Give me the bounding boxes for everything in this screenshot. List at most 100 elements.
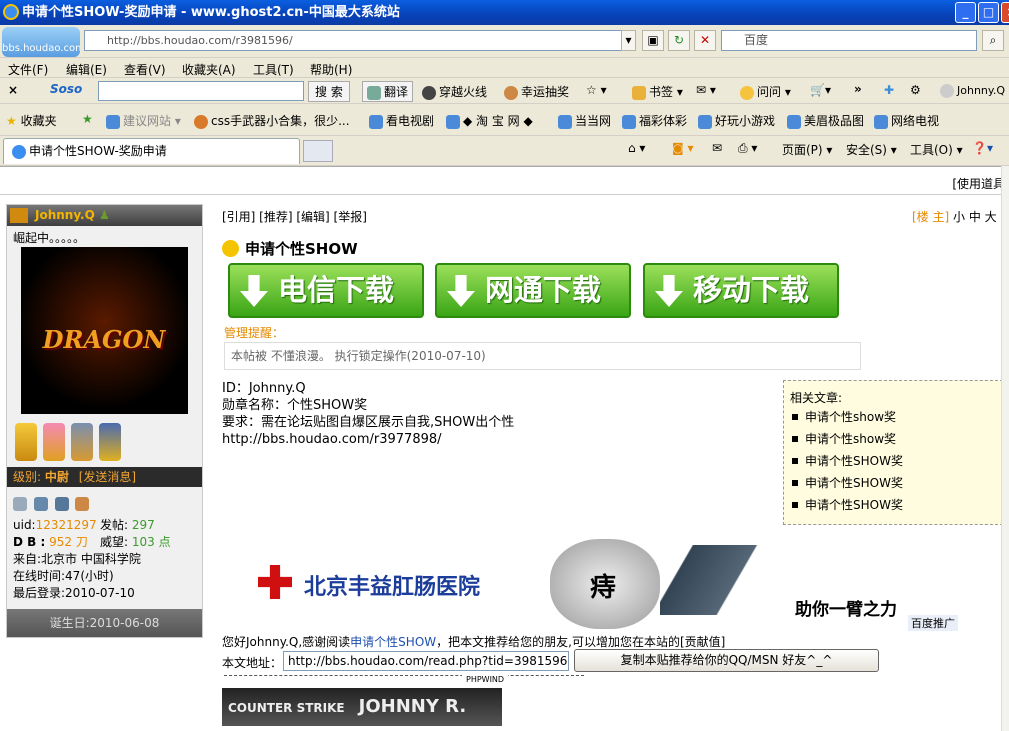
toolbar-item-cf[interactable]: 穿越火线 bbox=[422, 83, 487, 100]
user-uid: 12321297 bbox=[35, 518, 97, 532]
help-icon[interactable]: ❓▾ bbox=[972, 141, 993, 155]
menu-file[interactable]: 文件(F) bbox=[8, 61, 48, 78]
signature-banner: COUNTER STRIKE JOHNNY R. bbox=[222, 688, 502, 726]
game-icon bbox=[422, 85, 436, 100]
toolbar-item-ask[interactable]: 问问 ▾ bbox=[740, 83, 791, 100]
menu-favorites[interactable]: 收藏夹(A) bbox=[182, 61, 236, 78]
share-post-link[interactable]: 申请个性SHOW bbox=[350, 635, 436, 649]
fav-item-tv[interactable]: 看电视剧 bbox=[369, 112, 434, 129]
post-link[interactable]: http://bbs.houdao.com/r3977898/ bbox=[222, 431, 514, 448]
mail-icon[interactable]: ✉ ▾ bbox=[696, 83, 716, 97]
ad-banner[interactable]: 北京丰益肛肠医院 痔 助你一臂之力 百度推广 bbox=[250, 539, 982, 633]
fav-item-dangdang[interactable]: 当当网 bbox=[558, 112, 611, 129]
ie-page-icon bbox=[787, 114, 801, 129]
user-level-bar: 级别: 中尉 [发送消息] bbox=[7, 467, 202, 487]
avatar: DRAGON bbox=[21, 247, 188, 414]
favorites-button[interactable]: ★ 收藏夹 bbox=[6, 112, 57, 129]
print-mail-icon[interactable]: ✉ bbox=[712, 141, 722, 155]
address-toolbar: bbs.houdao.com http://bbs.houdao.com/r39… bbox=[0, 25, 1009, 58]
related-item[interactable]: 申请个性SHOW奖 bbox=[790, 450, 996, 472]
more-chevron-icon[interactable]: » bbox=[854, 82, 862, 96]
fav-item-pics[interactable]: 美眉极品图 bbox=[787, 112, 864, 129]
user-level: 中尉 bbox=[44, 470, 69, 484]
related-item[interactable]: 申请个性show奖 bbox=[790, 406, 996, 428]
fav-item-css[interactable]: css手武器小合集，很少... bbox=[194, 112, 350, 129]
close-button[interactable]: × bbox=[1001, 2, 1009, 23]
page-menu[interactable]: 页面(P) ▾ bbox=[782, 141, 832, 158]
search-input[interactable]: 百度 bbox=[721, 30, 977, 51]
soso-search-input[interactable] bbox=[98, 81, 304, 101]
related-item[interactable]: 申请个性SHOW奖 bbox=[790, 472, 996, 494]
toolbar-item-bookmark[interactable]: 书签 ▾ bbox=[632, 83, 683, 100]
star-icon[interactable]: ☆ ▾ bbox=[586, 83, 607, 97]
soso-logo: Soso bbox=[50, 82, 83, 96]
search-icon[interactable]: ⌕ bbox=[982, 30, 1004, 51]
settings-icon[interactable]: ⚙ bbox=[910, 83, 921, 97]
add-favorite-icon[interactable]: ★ bbox=[82, 112, 93, 126]
stop-icon[interactable]: ✕ bbox=[694, 30, 716, 51]
menu-edit[interactable]: 编辑(E) bbox=[66, 61, 107, 78]
ie-page-icon bbox=[558, 114, 572, 129]
add-friend-icon[interactable] bbox=[54, 496, 69, 511]
url-dropdown-icon[interactable]: ▾ bbox=[621, 30, 636, 51]
toolbar-item-lottery[interactable]: 幸运抽奖 bbox=[504, 83, 569, 100]
user-stats: uid:12321297 发帖: 297 D B : 952 刀 威望: 103… bbox=[13, 517, 203, 602]
avatar-text: DRAGON bbox=[42, 325, 166, 354]
download-mobile-button[interactable]: 移动下载 bbox=[643, 263, 839, 318]
rss-icon[interactable]: ◙ ▾ bbox=[672, 141, 693, 155]
translate-button[interactable]: 翻译 bbox=[362, 81, 414, 102]
add-icon[interactable]: ✚ bbox=[884, 83, 894, 97]
refresh-icon[interactable]: ↻ bbox=[668, 30, 690, 51]
print-icon[interactable]: ⎙ ▾ bbox=[738, 141, 757, 156]
question-icon bbox=[740, 85, 754, 100]
compat-view-icon[interactable]: ▣ bbox=[642, 30, 664, 51]
phone-icon[interactable] bbox=[33, 496, 48, 511]
use-tool-link[interactable]: [使用道具 bbox=[0, 174, 1009, 195]
ie-page-icon bbox=[106, 114, 120, 129]
font-size-switch[interactable]: 小 中 大 bbox=[953, 210, 997, 224]
profile-icon[interactable] bbox=[13, 496, 27, 511]
copy-share-button[interactable]: 复制本贴推荐给你的QQ/MSN 好友^_^ bbox=[574, 649, 879, 672]
fav-item-suggest[interactable]: 建议网站 ▾ bbox=[106, 112, 181, 129]
online-status-icon: ♟ bbox=[99, 208, 110, 222]
tools-menu[interactable]: 工具(O) ▾ bbox=[910, 141, 963, 158]
download-netcom-button[interactable]: 网通下载 bbox=[435, 263, 631, 318]
soso-search-button[interactable]: 搜 索 bbox=[308, 81, 350, 102]
new-tab-button[interactable] bbox=[303, 140, 333, 162]
cart-icon[interactable]: 🛒▾ bbox=[810, 83, 831, 97]
user-name-bar: Johnny.Q ♟ bbox=[7, 205, 202, 226]
fav-item-nettv[interactable]: 网络电视 bbox=[874, 112, 939, 129]
favorites-bar: ★ 收藏夹 ★ 建议网站 ▾ css手武器小合集，很少... 看电视剧 ◆ 淘 … bbox=[0, 104, 1009, 136]
fav-item-taobao[interactable]: ◆ 淘 宝 网 ◆ bbox=[446, 112, 533, 129]
menu-view[interactable]: 查看(V) bbox=[124, 61, 166, 78]
maximize-button[interactable]: □ bbox=[978, 2, 999, 23]
page-icon bbox=[194, 114, 208, 129]
tab-active[interactable]: 申请个性SHOW-奖励申请 bbox=[3, 138, 300, 164]
related-item[interactable]: 申请个性SHOW奖 bbox=[790, 494, 996, 516]
vertical-scrollbar[interactable] bbox=[1001, 166, 1009, 731]
toolbar-user[interactable]: Johnny.Q bbox=[940, 84, 1005, 98]
home-icon[interactable]: ⌂ ▾ bbox=[628, 141, 645, 155]
fav-item-games[interactable]: 好玩小游戏 bbox=[698, 112, 775, 129]
send-message-link[interactable]: [发送消息] bbox=[79, 470, 136, 484]
menu-tools[interactable]: 工具(T) bbox=[253, 61, 294, 78]
message-icon[interactable] bbox=[75, 496, 90, 511]
safety-menu[interactable]: 安全(S) ▾ bbox=[846, 141, 897, 158]
ie-page-icon bbox=[698, 114, 712, 129]
related-item[interactable]: 申请个性show奖 bbox=[790, 428, 996, 450]
post-actions[interactable]: [引用] [推荐] [编辑] [举报] bbox=[222, 208, 367, 225]
minimize-button[interactable]: _ bbox=[955, 2, 976, 23]
post-url-field[interactable]: http://bbs.houdao.com/read.php?tid=39815… bbox=[283, 651, 569, 671]
url-input[interactable]: http://bbs.houdao.com/r3981596/ bbox=[84, 30, 635, 51]
user-from: 来自:北京市 中国科学院 bbox=[13, 552, 141, 566]
download-telecom-button[interactable]: 电信下载 bbox=[228, 263, 424, 318]
signature-divider bbox=[224, 675, 584, 676]
menu-help[interactable]: 帮助(H) bbox=[310, 61, 352, 78]
collapse-arrow-icon[interactable] bbox=[10, 208, 28, 223]
menu-bar: 文件(F) 编辑(E) 查看(V) 收藏夹(A) 工具(T) 帮助(H) bbox=[0, 58, 1009, 78]
fav-item-lottery[interactable]: 福彩体彩 bbox=[622, 112, 687, 129]
admin-note: 本帖被 不懂浪漫。 执行锁定操作(2010-07-10) bbox=[224, 342, 861, 370]
close-toolbar-icon[interactable]: × bbox=[8, 83, 18, 97]
post-text: ID：Johnny.Q 勋章名称：个性SHOW奖 要求：需在论坛贴图自爆区展示自… bbox=[222, 381, 515, 448]
user-name[interactable]: Johnny.Q bbox=[35, 208, 95, 222]
